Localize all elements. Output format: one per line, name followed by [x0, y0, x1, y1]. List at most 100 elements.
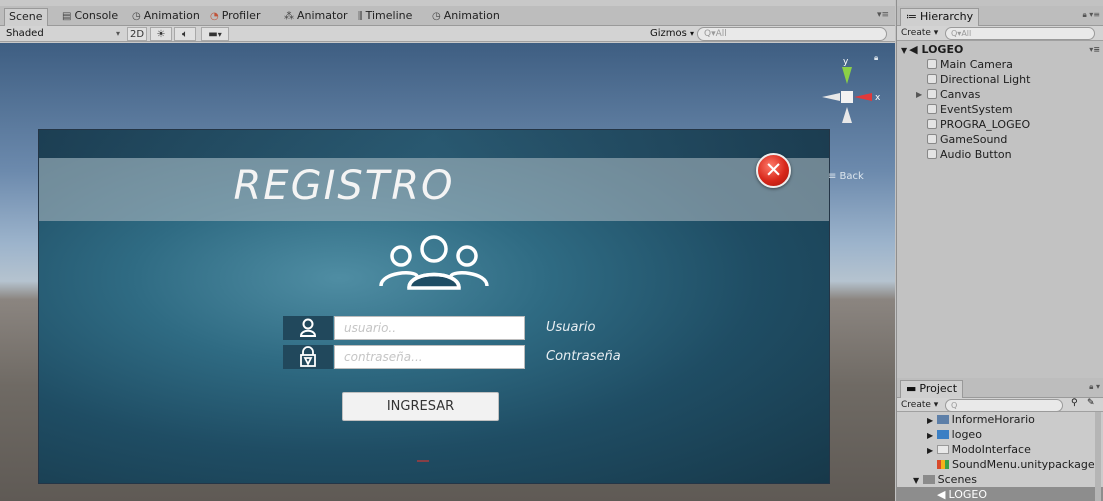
tab-animation[interactable]: ◷ Animation [128, 8, 204, 26]
username-input[interactable]: usuario.. [334, 316, 525, 340]
scene-search-input[interactable]: Q▾All [697, 27, 887, 41]
gameobject-icon [927, 74, 937, 84]
project-list: ▶ InformeHorario ▶ logeo ▶ ModoInterface… [897, 412, 1103, 501]
hierarchy-list: ▼ ◀ LOGEO ▾≡ Main Camera Directional Ligh… [897, 42, 1103, 162]
item-label: InformeHorario [951, 413, 1035, 426]
timeline-icon: ⫼ [358, 11, 363, 22]
project-item[interactable]: SoundMenu.unitypackage [897, 457, 1103, 472]
hierarchy-icon: ≔ [906, 10, 917, 23]
item-label: Audio Button [940, 148, 1012, 161]
unitypackage-icon [937, 460, 949, 469]
tab-timeline[interactable]: ⫼ Timeline [354, 8, 416, 26]
create-dropdown[interactable]: Create ▾ [901, 27, 938, 40]
tab-label: Profiler [221, 9, 261, 22]
unity-editor: Scene ▤ Console ◷ Animation ◔ Profiler ⁂ Ani… [0, 0, 1103, 501]
scene-toolbar: Shaded ▾ 2D ☀ 🔈︎ ▬▾ Gizmos ▾ Q▾All [0, 26, 895, 42]
item-label: GameSound [940, 133, 1008, 146]
hierarchy-search-input[interactable]: Q▾All [945, 27, 1095, 40]
password-input[interactable]: contraseña... [334, 345, 525, 369]
project-item-selected[interactable]: ◀ LOGEO [897, 487, 1103, 501]
filter-icon[interactable]: ⚲ [1071, 398, 1078, 408]
console-icon: ▤ [62, 11, 72, 22]
expand-arrow-icon: ▶ [927, 446, 934, 455]
tab-animation-2[interactable]: ◷ Animation [428, 8, 504, 26]
tab-animator[interactable]: ⁂ Animator [280, 8, 352, 26]
lock-icon[interactable]: 🔒︎ ▾≡ [1082, 10, 1100, 20]
tab-menu-icon[interactable]: ▾≡ [877, 10, 889, 20]
image-icon: ▬ [208, 29, 218, 40]
profiler-icon: ◔ [210, 11, 219, 22]
tab-label: Animator [297, 9, 348, 22]
users-group-icon [379, 235, 489, 290]
animator-icon: ⁂ [284, 11, 294, 22]
item-label: EventSystem [940, 103, 1013, 116]
gameobject-icon [927, 104, 937, 114]
image-asset-icon [936, 430, 949, 439]
lock-icon[interactable]: 🔒︎ ▾ [1089, 382, 1100, 392]
lock-icon[interactable]: 🔒︎ [874, 53, 878, 63]
create-dropdown[interactable]: Create ▾ [901, 399, 938, 412]
chevron-down-icon: ▾ [217, 30, 222, 39]
tab-console[interactable]: ▤ Console [58, 8, 122, 26]
expand-arrow-icon: ▶ [927, 416, 934, 425]
folder-icon: ▬ [906, 382, 917, 395]
tab-scene[interactable]: Scene [4, 8, 48, 26]
marker [417, 460, 429, 462]
expand-arrow-icon: ▼ [901, 46, 908, 55]
project-toolbar: Create ▾ Q ⚲ ✎ [897, 398, 1103, 412]
hierarchy-item[interactable]: Main Camera [897, 57, 1103, 72]
hierarchy-item[interactable]: EventSystem [897, 102, 1103, 117]
hierarchy-scene-root[interactable]: ▼ ◀ LOGEO ▾≡ [897, 42, 1103, 57]
tab-label: Console [74, 9, 119, 22]
menu-icon[interactable]: ▾≡ [1089, 42, 1100, 57]
expand-arrow-icon: ▶ [927, 431, 934, 440]
hierarchy-item[interactable]: ▶ Canvas [897, 87, 1103, 102]
audio-toggle[interactable]: 🔈︎ [174, 27, 196, 41]
tab-hierarchy[interactable]: ≔ Hierarchy [900, 8, 980, 26]
project-item[interactable]: ▶ logeo [897, 427, 1103, 442]
gameobject-icon [927, 134, 937, 144]
tab-profiler[interactable]: ◔ Profiler [206, 8, 264, 26]
tab-label: Timeline [365, 9, 413, 22]
scene-viewport[interactable]: REGISTRO ✕ usuario.. Usuario contraseña.… [0, 43, 895, 501]
hierarchy-item[interactable]: Directional Light [897, 72, 1103, 87]
back-label: ≡ Back [828, 171, 864, 182]
login-button[interactable]: INGRESAR [342, 392, 499, 421]
lighting-toggle[interactable]: ☀ [150, 27, 172, 41]
close-button[interactable]: ✕ [756, 153, 791, 188]
user-icon [283, 316, 333, 340]
scene-tabbar: Scene ▤ Console ◷ Animation ◔ Profiler ⁂ Ani… [0, 6, 895, 26]
label-icon[interactable]: ✎ [1087, 398, 1095, 408]
scene-name: LOGEO [921, 43, 964, 56]
sun-icon: ☀ [156, 29, 166, 40]
item-label: ModoInterface [951, 443, 1031, 456]
expand-arrow-icon[interactable]: ▶ [916, 87, 922, 102]
scene-panel: Scene ▤ Console ◷ Animation ◔ Profiler ⁂ Ani… [0, 0, 895, 501]
tab-project[interactable]: ▬ Project [900, 380, 964, 398]
clock-icon: ◷ [132, 11, 141, 22]
hierarchy-item[interactable]: Audio Button [897, 147, 1103, 162]
shading-mode-dropdown[interactable]: Shaded ▾ [4, 27, 122, 41]
asset-icon [936, 415, 949, 424]
project-folder[interactable]: ▼ Scenes [897, 472, 1103, 487]
item-label: Canvas [940, 88, 981, 101]
project-item[interactable]: ▶ ModoInterface [897, 442, 1103, 457]
item-label: PROGRA_LOGEO [940, 118, 1031, 131]
project-scrollbar[interactable] [1095, 412, 1101, 501]
right-panels: ≔ Hierarchy 🔒︎ ▾≡ Create ▾ Q▾All ▼ ◀ LOGEO… [896, 0, 1103, 501]
mode-2d-toggle[interactable]: 2D [127, 27, 147, 41]
tab-label: Scene [9, 10, 43, 23]
project-item[interactable]: ▶ InformeHorario [897, 412, 1103, 427]
gameobject-icon [927, 119, 937, 129]
game-canvas: REGISTRO ✕ usuario.. Usuario contraseña.… [38, 129, 830, 484]
gameobject-icon [927, 149, 937, 159]
effects-dropdown[interactable]: ▬▾ [201, 27, 229, 41]
item-label: Scenes [937, 473, 977, 486]
hierarchy-item[interactable]: PROGRA_LOGEO [897, 117, 1103, 132]
project-search-input[interactable]: Q [945, 399, 1063, 412]
orientation-gizmo[interactable]: y x [816, 51, 886, 131]
tab-label: Project [919, 382, 958, 395]
item-label: Directional Light [940, 73, 1031, 86]
gizmos-dropdown[interactable]: Gizmos ▾ [650, 27, 694, 41]
hierarchy-item[interactable]: GameSound [897, 132, 1103, 147]
